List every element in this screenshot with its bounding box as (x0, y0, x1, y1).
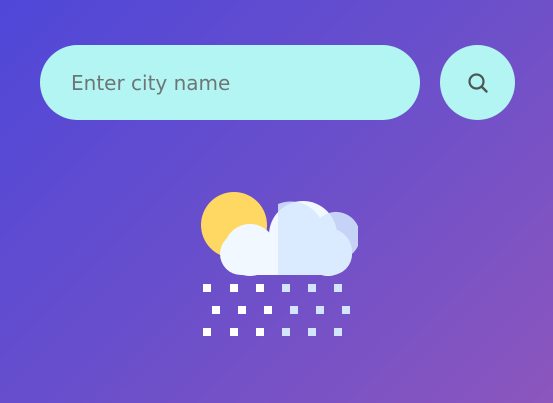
city-search-input[interactable] (40, 45, 420, 120)
search-button[interactable] (440, 45, 515, 120)
weather-app (0, 0, 553, 403)
cloudy-snow-icon (201, 192, 358, 336)
search-icon (467, 72, 488, 93)
snow-flakes (203, 284, 350, 336)
